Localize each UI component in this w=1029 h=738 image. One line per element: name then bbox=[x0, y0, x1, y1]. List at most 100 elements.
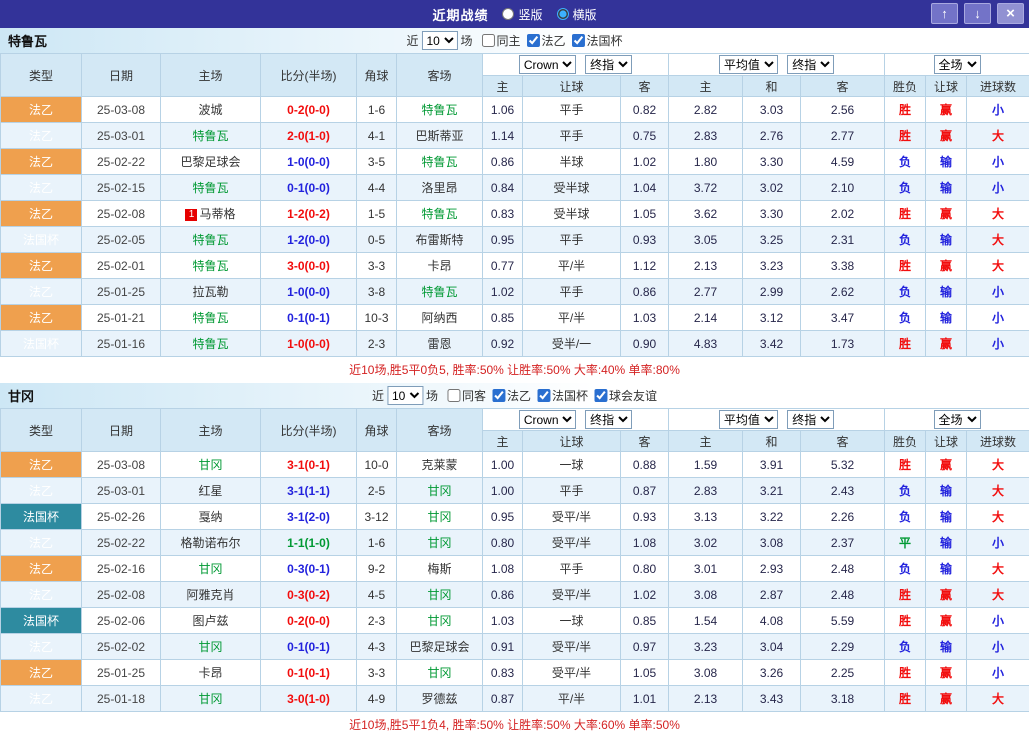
scroll-up-icon[interactable]: ↑ bbox=[931, 3, 958, 24]
score-cell[interactable]: 0-2(0-0) bbox=[261, 97, 357, 123]
score-cell[interactable]: 1-2(0-2) bbox=[261, 201, 357, 227]
home-team[interactable]: 特鲁瓦 bbox=[192, 259, 228, 273]
home-team[interactable]: 特鲁瓦 bbox=[192, 311, 228, 325]
away-team[interactable]: 特鲁瓦 bbox=[421, 207, 457, 221]
home-team[interactable]: 马蒂格 bbox=[199, 207, 235, 221]
score-cell[interactable]: 0-3(0-2) bbox=[261, 582, 357, 608]
checkbox-input[interactable] bbox=[447, 389, 460, 402]
home-team[interactable]: 甘冈 bbox=[198, 562, 222, 576]
home-team[interactable]: 特鲁瓦 bbox=[192, 337, 228, 351]
filter-checkbox[interactable]: 法国杯 bbox=[537, 387, 588, 404]
handicap-index-select[interactable]: 终指 bbox=[585, 55, 632, 74]
score-cell[interactable]: 3-0(1-0) bbox=[261, 686, 357, 712]
score-cell[interactable]: 0-2(0-0) bbox=[261, 608, 357, 634]
match-count-select[interactable]: 10 bbox=[421, 31, 457, 50]
away-team[interactable]: 巴斯蒂亚 bbox=[415, 129, 463, 143]
away-team[interactable]: 雷恩 bbox=[427, 337, 451, 351]
scope-select[interactable]: 全场 bbox=[934, 410, 981, 429]
home-team[interactable]: 特鲁瓦 bbox=[192, 233, 228, 247]
home-team[interactable]: 甘冈 bbox=[198, 458, 222, 472]
score-cell[interactable]: 2-0(1-0) bbox=[261, 123, 357, 149]
away-team[interactable]: 甘冈 bbox=[427, 666, 451, 680]
score-cell[interactable]: 1-2(0-0) bbox=[261, 227, 357, 253]
handicap-line: 受平/半 bbox=[523, 582, 621, 608]
away-team[interactable]: 布雷斯特 bbox=[415, 233, 463, 247]
away-team[interactable]: 克莱蒙 bbox=[421, 458, 457, 472]
radio-vertical-input[interactable] bbox=[502, 8, 514, 20]
checkbox-input[interactable] bbox=[492, 389, 505, 402]
bookmaker-select[interactable]: Crown bbox=[519, 410, 576, 429]
home-team[interactable]: 图卢兹 bbox=[192, 614, 228, 628]
score-cell[interactable]: 3-1(0-1) bbox=[261, 452, 357, 478]
away-team[interactable]: 甘冈 bbox=[427, 588, 451, 602]
filter-checkbox[interactable]: 同客 bbox=[447, 387, 486, 404]
average-select[interactable]: 平均值 bbox=[719, 410, 778, 429]
home-team[interactable]: 戛纳 bbox=[198, 510, 222, 524]
score-cell[interactable]: 0-1(0-0) bbox=[261, 175, 357, 201]
layout-radio-horizontal[interactable]: 横版 bbox=[557, 6, 597, 23]
checkbox-input[interactable] bbox=[594, 389, 607, 402]
away-team[interactable]: 洛里昂 bbox=[421, 181, 457, 195]
corner-cell: 0-5 bbox=[357, 227, 397, 253]
score-cell[interactable]: 3-1(2-0) bbox=[261, 504, 357, 530]
home-team[interactable]: 红星 bbox=[198, 484, 222, 498]
away-team[interactable]: 巴黎足球会 bbox=[409, 640, 469, 654]
result-cell: 胜 bbox=[885, 686, 926, 712]
scroll-down-icon[interactable]: ↓ bbox=[964, 3, 991, 24]
away-team[interactable]: 甘冈 bbox=[427, 536, 451, 550]
filter-checkbox[interactable]: 球会友谊 bbox=[594, 387, 657, 404]
filter-checkbox[interactable]: 法乙 bbox=[527, 32, 566, 49]
home-team[interactable]: 特鲁瓦 bbox=[192, 129, 228, 143]
away-team[interactable]: 阿纳西 bbox=[421, 311, 457, 325]
layout-radio-vertical[interactable]: 竖版 bbox=[502, 6, 542, 23]
checkbox-input[interactable] bbox=[527, 34, 540, 47]
filter-bar: 近 10 场 同主法乙法国杯 bbox=[406, 31, 622, 50]
away-team[interactable]: 特鲁瓦 bbox=[421, 155, 457, 169]
score-cell[interactable]: 1-1(1-0) bbox=[261, 530, 357, 556]
away-team[interactable]: 甘冈 bbox=[427, 484, 451, 498]
checkbox-input[interactable] bbox=[537, 389, 550, 402]
filter-checkbox[interactable]: 同主 bbox=[481, 32, 520, 49]
radio-horizontal-input[interactable] bbox=[557, 8, 569, 20]
filter-checkbox[interactable]: 法乙 bbox=[492, 387, 531, 404]
score-cell[interactable]: 0-3(0-1) bbox=[261, 556, 357, 582]
score-cell[interactable]: 1-0(0-0) bbox=[261, 149, 357, 175]
home-team[interactable]: 特鲁瓦 bbox=[192, 181, 228, 195]
scope-select[interactable]: 全场 bbox=[934, 55, 981, 74]
away-team[interactable]: 特鲁瓦 bbox=[421, 285, 457, 299]
score-cell[interactable]: 0-1(0-1) bbox=[261, 660, 357, 686]
home-team[interactable]: 卡昂 bbox=[198, 666, 222, 680]
home-team[interactable]: 阿雅克肖 bbox=[186, 588, 234, 602]
europe-index-select[interactable]: 终指 bbox=[787, 55, 834, 74]
home-team[interactable]: 波城 bbox=[198, 103, 222, 117]
close-icon[interactable]: × bbox=[997, 3, 1024, 24]
score-cell[interactable]: 1-0(0-0) bbox=[261, 331, 357, 357]
away-team[interactable]: 罗德兹 bbox=[421, 692, 457, 706]
score-cell[interactable]: 0-1(0-1) bbox=[261, 305, 357, 331]
score-cell[interactable]: 0-1(0-1) bbox=[261, 634, 357, 660]
home-team[interactable]: 甘冈 bbox=[198, 640, 222, 654]
handicap-index-select[interactable]: 终指 bbox=[585, 410, 632, 429]
filter-checkbox[interactable]: 法国杯 bbox=[572, 32, 623, 49]
away-team[interactable]: 梅斯 bbox=[427, 562, 451, 576]
window-controls: ↑ ↓ × bbox=[931, 3, 1024, 24]
home-team[interactable]: 格勒诺布尔 bbox=[180, 536, 240, 550]
score-cell[interactable]: 3-0(0-0) bbox=[261, 253, 357, 279]
checkbox-input[interactable] bbox=[481, 34, 494, 47]
away-team[interactable]: 特鲁瓦 bbox=[421, 103, 457, 117]
match-count-select[interactable]: 10 bbox=[387, 386, 423, 405]
away-team[interactable]: 甘冈 bbox=[427, 614, 451, 628]
away-team[interactable]: 卡昂 bbox=[427, 259, 451, 273]
bookmaker-select[interactable]: Crown bbox=[519, 55, 576, 74]
home-team[interactable]: 拉瓦勒 bbox=[192, 285, 228, 299]
home-team[interactable]: 甘冈 bbox=[198, 692, 222, 706]
away-team-cell: 阿纳西 bbox=[397, 305, 483, 331]
home-team[interactable]: 巴黎足球会 bbox=[180, 155, 240, 169]
score-cell[interactable]: 1-0(0-0) bbox=[261, 279, 357, 305]
average-select[interactable]: 平均值 bbox=[719, 55, 778, 74]
europe-index-select[interactable]: 终指 bbox=[787, 410, 834, 429]
score-cell[interactable]: 3-1(1-1) bbox=[261, 478, 357, 504]
handicap-home-odds: 0.83 bbox=[483, 660, 523, 686]
checkbox-input[interactable] bbox=[572, 34, 585, 47]
away-team[interactable]: 甘冈 bbox=[427, 510, 451, 524]
